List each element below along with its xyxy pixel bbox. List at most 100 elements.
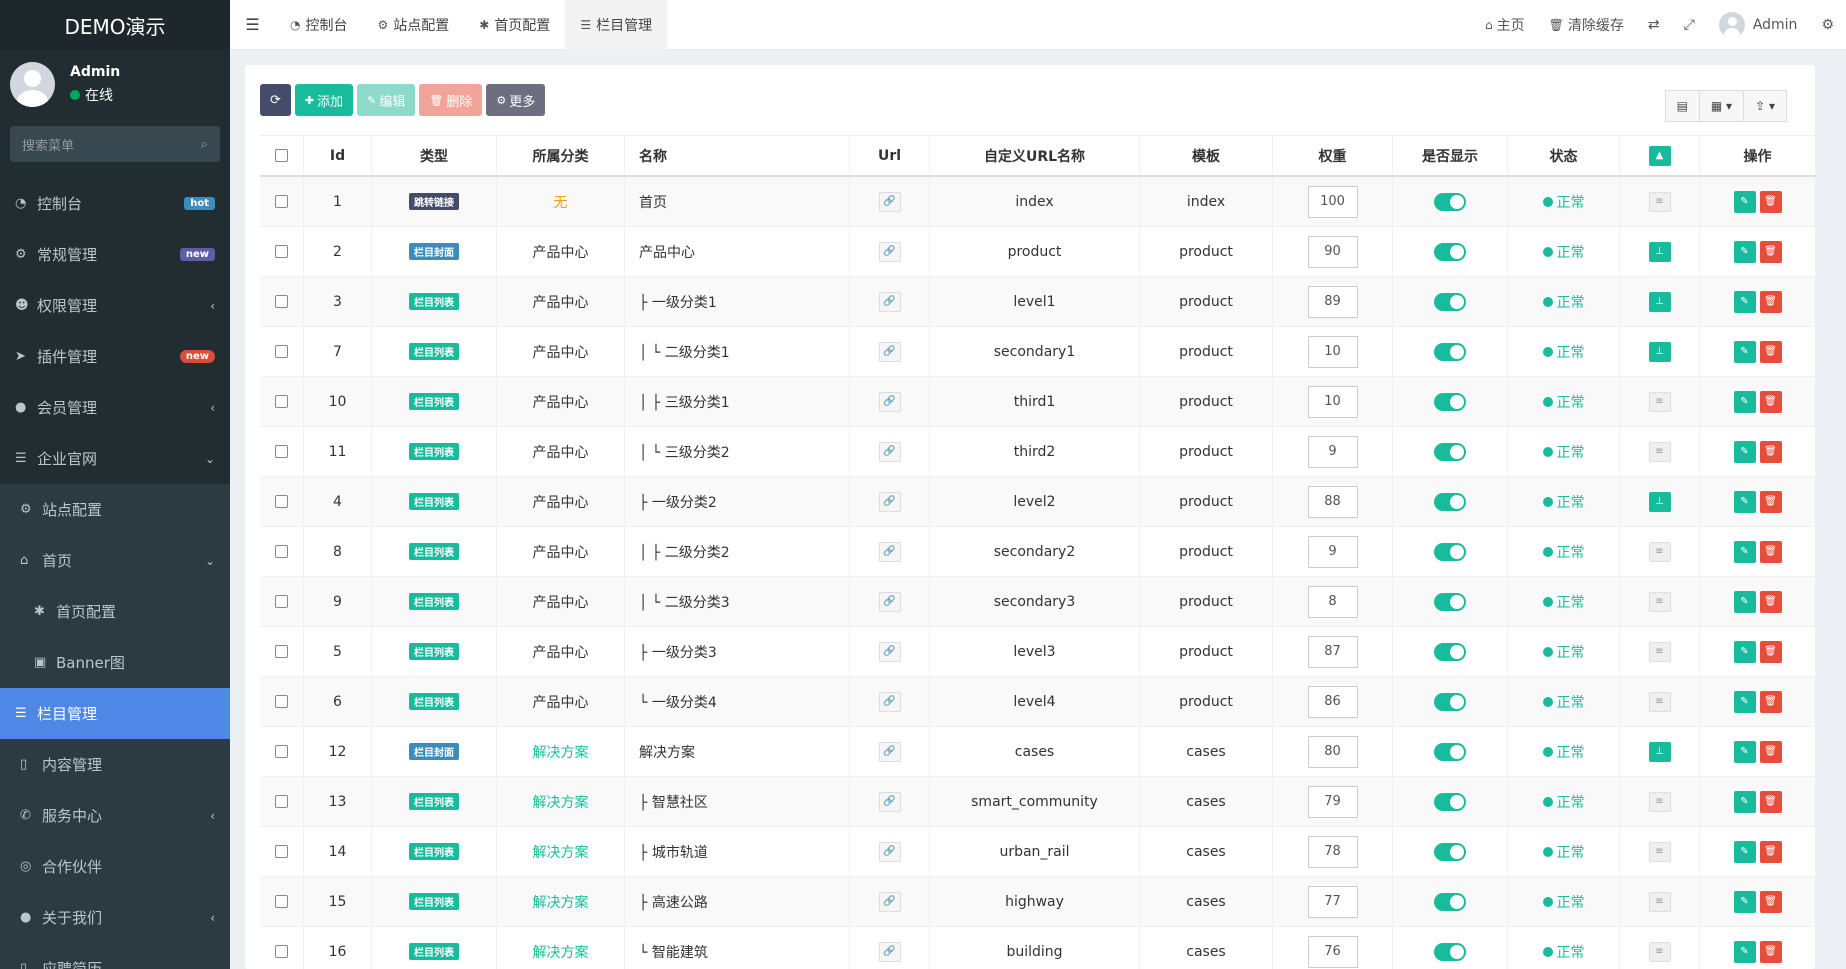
edit-row-button[interactable]: ✎ bbox=[1733, 290, 1756, 313]
edit-row-button[interactable]: ✎ bbox=[1733, 840, 1756, 863]
edit-row-button[interactable]: ✎ bbox=[1733, 540, 1756, 563]
sidebar-item-7[interactable]: ⌂ 首页 ⌄ bbox=[0, 535, 230, 586]
clear-cache-button[interactable]: 🗑 清除缓存 bbox=[1537, 15, 1636, 35]
delete-row-button[interactable]: 🗑 bbox=[1759, 940, 1782, 963]
visible-toggle[interactable] bbox=[1434, 842, 1466, 861]
weight-input[interactable]: 10 bbox=[1307, 335, 1358, 368]
cell-category[interactable]: 解决方案 bbox=[533, 792, 589, 812]
edit-row-button[interactable]: ✎ bbox=[1733, 340, 1756, 363]
list-icon[interactable]: ≡ bbox=[1648, 691, 1671, 712]
sitemap-icon[interactable]: ⊥ bbox=[1648, 241, 1671, 262]
edit-row-button[interactable]: ✎ bbox=[1733, 240, 1756, 263]
edit-button[interactable]: ✎ 编辑 bbox=[357, 84, 416, 116]
link-icon[interactable]: 🔗 bbox=[878, 191, 901, 212]
weight-input[interactable]: 87 bbox=[1307, 635, 1358, 668]
cell-category[interactable]: 解决方案 bbox=[533, 892, 589, 912]
export-button[interactable]: ⇪ ▾ bbox=[1744, 90, 1787, 122]
weight-input[interactable]: 89 bbox=[1307, 285, 1358, 318]
edit-row-button[interactable]: ✎ bbox=[1733, 690, 1756, 713]
visible-toggle[interactable] bbox=[1434, 942, 1466, 961]
delete-row-button[interactable]: 🗑 bbox=[1759, 790, 1782, 813]
link-icon[interactable]: 🔗 bbox=[878, 641, 901, 662]
list-icon[interactable]: ≡ bbox=[1648, 941, 1671, 962]
header-id[interactable]: Id bbox=[304, 136, 372, 175]
visible-toggle[interactable] bbox=[1434, 642, 1466, 661]
weight-input[interactable]: 78 bbox=[1307, 835, 1358, 868]
visible-toggle[interactable] bbox=[1434, 542, 1466, 561]
cell-category[interactable]: 解决方案 bbox=[533, 842, 589, 862]
visible-toggle[interactable] bbox=[1434, 292, 1466, 311]
delete-row-button[interactable]: 🗑 bbox=[1759, 740, 1782, 763]
link-icon[interactable]: 🔗 bbox=[878, 491, 901, 512]
link-icon[interactable]: 🔗 bbox=[878, 391, 901, 412]
sidebar-item-2[interactable]: ☻ 权限管理 ‹ bbox=[0, 280, 230, 331]
toggle-view-button[interactable]: ▤ bbox=[1664, 90, 1700, 122]
delete-row-button[interactable]: 🗑 bbox=[1759, 640, 1782, 663]
sidebar-item-4[interactable]: ● 会员管理 ‹ bbox=[0, 382, 230, 433]
settings-icon[interactable]: ⚙ bbox=[1809, 17, 1846, 33]
list-icon[interactable]: ≡ bbox=[1648, 641, 1671, 662]
delete-button[interactable]: 🗑 删除 bbox=[419, 84, 483, 116]
row-checkbox[interactable] bbox=[275, 295, 288, 308]
edit-row-button[interactable]: ✎ bbox=[1733, 740, 1756, 763]
visible-toggle[interactable] bbox=[1434, 892, 1466, 911]
row-checkbox[interactable] bbox=[275, 795, 288, 808]
visible-toggle[interactable] bbox=[1434, 792, 1466, 811]
link-icon[interactable]: 🔗 bbox=[878, 241, 901, 262]
user-menu[interactable]: Admin bbox=[1707, 11, 1810, 38]
sidebar-item-12[interactable]: ✆ 服务中心 ‹ bbox=[0, 790, 230, 841]
visible-toggle[interactable] bbox=[1434, 192, 1466, 211]
weight-input[interactable]: 88 bbox=[1307, 485, 1358, 518]
add-button[interactable]: ✚ 添加 bbox=[294, 84, 354, 116]
fullscreen-icon[interactable]: ⤢ bbox=[1672, 17, 1707, 33]
sidebar-item-0[interactable]: ◔ 控制台 hot bbox=[0, 178, 230, 229]
visible-toggle[interactable] bbox=[1434, 242, 1466, 261]
sidebar-item-1[interactable]: ⚙ 常规管理 new bbox=[0, 229, 230, 280]
row-checkbox[interactable] bbox=[275, 395, 288, 408]
sitemap-icon[interactable]: ⊥ bbox=[1648, 491, 1671, 512]
weight-input[interactable]: 100 bbox=[1307, 185, 1358, 218]
list-icon[interactable]: ≡ bbox=[1648, 441, 1671, 462]
tab-2[interactable]: ✱ 首页配置 bbox=[464, 0, 565, 50]
list-icon[interactable]: ≡ bbox=[1648, 591, 1671, 612]
list-icon[interactable]: ≡ bbox=[1648, 191, 1671, 212]
sidebar-item-13[interactable]: ◎ 合作伙伴 bbox=[0, 841, 230, 892]
row-checkbox[interactable] bbox=[275, 445, 288, 458]
edit-row-button[interactable]: ✎ bbox=[1733, 890, 1756, 913]
delete-row-button[interactable]: 🗑 bbox=[1759, 890, 1782, 913]
more-button[interactable]: ⚙ 更多 bbox=[486, 84, 546, 116]
link-icon[interactable]: 🔗 bbox=[878, 591, 901, 612]
link-icon[interactable]: 🔗 bbox=[878, 441, 901, 462]
search-input[interactable]: 搜索菜单 ⌕ bbox=[10, 126, 220, 162]
edit-row-button[interactable]: ✎ bbox=[1733, 940, 1756, 963]
sidebar-item-5[interactable]: ☰ 企业官网 ⌄ bbox=[0, 433, 230, 484]
edit-row-button[interactable]: ✎ bbox=[1733, 390, 1756, 413]
delete-row-button[interactable]: 🗑 bbox=[1759, 290, 1782, 313]
row-checkbox[interactable] bbox=[275, 845, 288, 858]
link-icon[interactable]: 🔗 bbox=[878, 541, 901, 562]
delete-row-button[interactable]: 🗑 bbox=[1759, 440, 1782, 463]
tab-3[interactable]: ☰ 栏目管理 bbox=[565, 0, 668, 50]
delete-row-button[interactable]: 🗑 bbox=[1759, 590, 1782, 613]
link-icon[interactable]: 🔗 bbox=[878, 291, 901, 312]
sidebar-item-3[interactable]: ➤ 插件管理 new bbox=[0, 331, 230, 382]
collapse-all-button[interactable]: ▲ bbox=[1648, 145, 1671, 166]
list-icon[interactable]: ≡ bbox=[1648, 391, 1671, 412]
visible-toggle[interactable] bbox=[1434, 592, 1466, 611]
list-icon[interactable]: ≡ bbox=[1648, 841, 1671, 862]
row-checkbox[interactable] bbox=[275, 695, 288, 708]
delete-row-button[interactable]: 🗑 bbox=[1759, 340, 1782, 363]
sidebar-item-15[interactable]: ▯ 应聘简历 bbox=[0, 943, 230, 969]
menu-toggle-icon[interactable]: ☰ bbox=[230, 15, 275, 34]
edit-row-button[interactable]: ✎ bbox=[1733, 190, 1756, 213]
tab-0[interactable]: ◔ 控制台 bbox=[275, 0, 362, 50]
list-icon[interactable]: ≡ bbox=[1648, 891, 1671, 912]
sitemap-icon[interactable]: ⊥ bbox=[1648, 741, 1671, 762]
visible-toggle[interactable] bbox=[1434, 342, 1466, 361]
weight-input[interactable]: 8 bbox=[1307, 585, 1358, 618]
link-icon[interactable]: 🔗 bbox=[878, 341, 901, 362]
weight-input[interactable]: 79 bbox=[1307, 785, 1358, 818]
link-icon[interactable]: 🔗 bbox=[878, 691, 901, 712]
visible-toggle[interactable] bbox=[1434, 742, 1466, 761]
delete-row-button[interactable]: 🗑 bbox=[1759, 540, 1782, 563]
